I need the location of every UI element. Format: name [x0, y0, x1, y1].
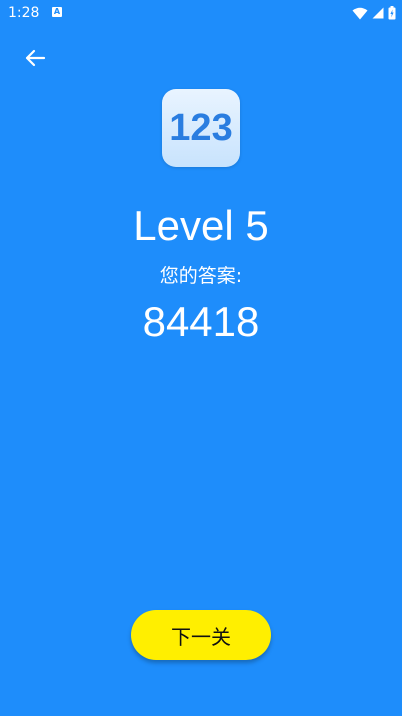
back-button[interactable]: [20, 44, 50, 72]
status-time: 1:28: [8, 5, 40, 21]
next-level-button[interactable]: 下一关: [131, 610, 271, 660]
notification-a-icon: A: [52, 7, 62, 17]
app-logo: 123: [162, 89, 240, 167]
status-bar: 1:28 A: [0, 0, 402, 28]
cellular-signal-icon: [372, 7, 384, 19]
answer-label: 您的答案:: [159, 265, 243, 287]
arrow-left-icon: [25, 49, 46, 67]
battery-icon: [388, 6, 396, 20]
next-level-button-label: 下一关: [171, 624, 231, 649]
status-icons: [352, 5, 396, 21]
wifi-icon: [352, 7, 368, 19]
app-logo-text: 123: [169, 107, 233, 149]
level-title: Level 5: [133, 202, 269, 249]
answer-value: 84418: [142, 298, 260, 345]
